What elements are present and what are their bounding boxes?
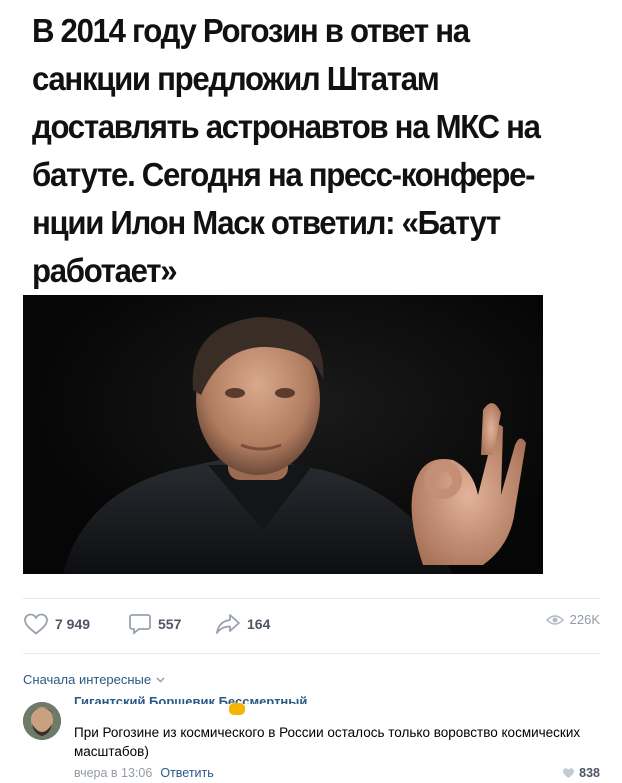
comment-likes-count: 838: [579, 766, 600, 780]
comment-icon: [129, 614, 151, 635]
comment-like-button[interactable]: 838: [562, 766, 600, 780]
heart-icon: [24, 613, 48, 635]
share-icon: [216, 614, 240, 634]
like-button[interactable]: 7 949: [23, 612, 90, 636]
post-headline: В 2014 году Рогозин в ответ на санкции п…: [32, 8, 553, 296]
sort-label: Сначала интересные: [23, 672, 152, 687]
reply-link[interactable]: Ответить: [160, 766, 213, 780]
man-making-ok-gesture-illustration: [63, 317, 526, 574]
comments-count: 557: [158, 616, 182, 632]
views-count: 226K: [569, 612, 600, 627]
headline-line: В 2014 году Рогозин в ответ на: [32, 13, 470, 50]
headline-line: нции Илон Маск ответил: «Батут: [32, 205, 501, 242]
eye-icon: [545, 614, 564, 625]
likes-count: 7 949: [55, 616, 91, 632]
avatar[interactable]: [23, 702, 61, 740]
headline-line: работает»: [32, 253, 178, 290]
share-button[interactable]: 164: [215, 612, 270, 636]
headline-line: батуте. Сегодня на пресс-конфере-: [32, 157, 536, 194]
comment-item: Гигантский Борщевик Бессмертный При Рого…: [23, 694, 600, 783]
comments-sort-dropdown[interactable]: Сначала интересные: [23, 672, 165, 687]
heart-icon: [563, 768, 575, 778]
comment-button[interactable]: 557: [128, 612, 181, 636]
chevron-down-icon: [156, 677, 165, 682]
comment-meta: вчера в 13:06 Ответить: [74, 766, 214, 780]
comment-time[interactable]: вчера в 13:06: [74, 766, 152, 780]
headline-line: санкции предложил Штатам: [32, 61, 440, 98]
avatar-image: [23, 702, 61, 740]
comment-text: При Рогозине из космического в России ос…: [74, 725, 581, 759]
comment-author-link[interactable]: Гигантский Борщевик Бессмертный: [74, 692, 307, 704]
fist-emoji-icon: [229, 703, 245, 715]
divider: [23, 653, 600, 654]
headline-line: доставлять астронавтов на МКС на: [32, 109, 541, 146]
views-counter: 226K: [545, 612, 600, 627]
shares-count: 164: [247, 616, 271, 632]
post-photo[interactable]: [23, 295, 543, 574]
divider: [23, 598, 600, 599]
post-actions: 7 949 557 164 226K: [23, 612, 600, 640]
